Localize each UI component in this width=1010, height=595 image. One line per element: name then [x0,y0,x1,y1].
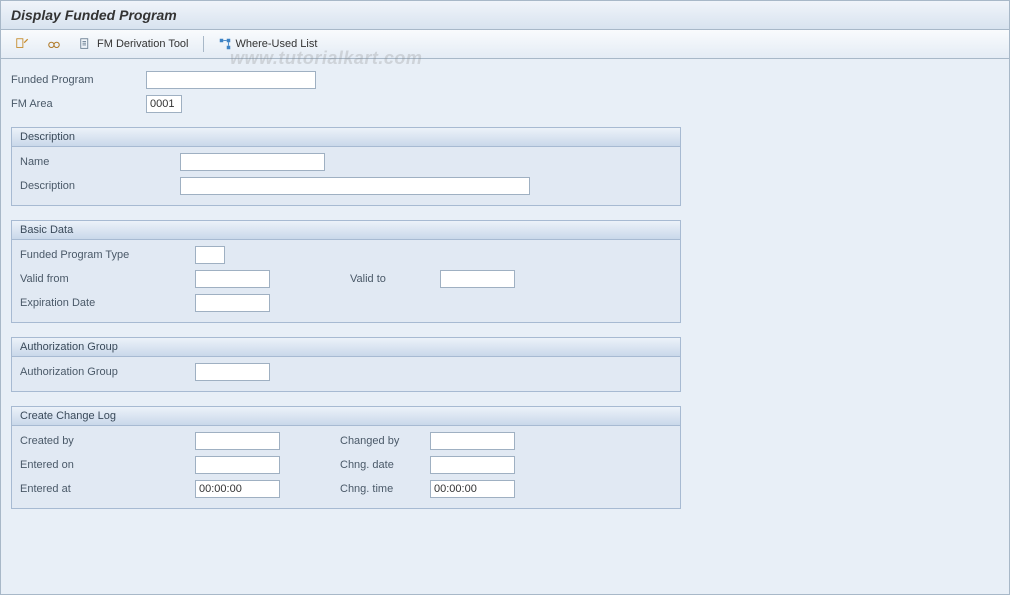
entered-at-label: Entered at [20,483,195,495]
content-area: Funded Program FM Area Description Name … [1,59,1009,521]
other-object-button[interactable] [41,34,67,54]
entered-at-field [195,480,280,498]
valid-to-field [440,270,515,288]
where-used-list-button[interactable]: Where-Used List [212,34,324,54]
chng-date-field [430,456,515,474]
document-tool-icon [79,37,93,51]
authorization-group-panel-title: Authorization Group [12,338,680,357]
funded-program-type-field [195,246,225,264]
fm-area-field [146,95,182,113]
expiration-date-field [195,294,270,312]
valid-from-field [195,270,270,288]
chng-date-label: Chng. date [340,459,430,471]
entered-on-label: Entered on [20,459,195,471]
fm-derivation-tool-label: FM Derivation Tool [97,38,189,50]
description-panel-title: Description [12,128,680,147]
authorization-group-field [195,363,270,381]
create-change-log-panel: Create Change Log Created by Changed by … [11,406,681,509]
page-title: Display Funded Program [11,7,999,23]
description-label: Description [20,180,180,192]
fm-derivation-tool-button[interactable]: FM Derivation Tool [73,34,195,54]
valid-to-label: Valid to [350,273,440,285]
where-used-list-label: Where-Used List [236,38,318,50]
name-field [180,153,325,171]
glasses-icon [47,37,61,51]
description-panel: Description Name Description [11,127,681,206]
fm-area-label: FM Area [11,98,146,110]
created-by-field [195,432,280,450]
create-change-log-panel-title: Create Change Log [12,407,680,426]
where-used-icon [218,37,232,51]
created-by-label: Created by [20,435,195,447]
application-toolbar: FM Derivation Tool Where-Used List [1,30,1009,59]
chng-time-field [430,480,515,498]
toggle-display-change-button[interactable] [9,34,35,54]
authorization-group-panel: Authorization Group Authorization Group [11,337,681,392]
chng-time-label: Chng. time [340,483,430,495]
pencil-page-icon [15,37,29,51]
authorization-group-label: Authorization Group [20,366,195,378]
changed-by-field [430,432,515,450]
funded-program-input[interactable] [146,71,316,89]
title-bar: Display Funded Program [1,1,1009,30]
expiration-date-label: Expiration Date [20,297,195,309]
name-label: Name [20,156,180,168]
entered-on-field [195,456,280,474]
basic-data-panel: Basic Data Funded Program Type Valid fro… [11,220,681,323]
toolbar-separator [203,36,204,52]
valid-from-label: Valid from [20,273,195,285]
changed-by-label: Changed by [340,435,430,447]
basic-data-panel-title: Basic Data [12,221,680,240]
description-field [180,177,530,195]
funded-program-label: Funded Program [11,74,146,86]
funded-program-type-label: Funded Program Type [20,249,195,261]
